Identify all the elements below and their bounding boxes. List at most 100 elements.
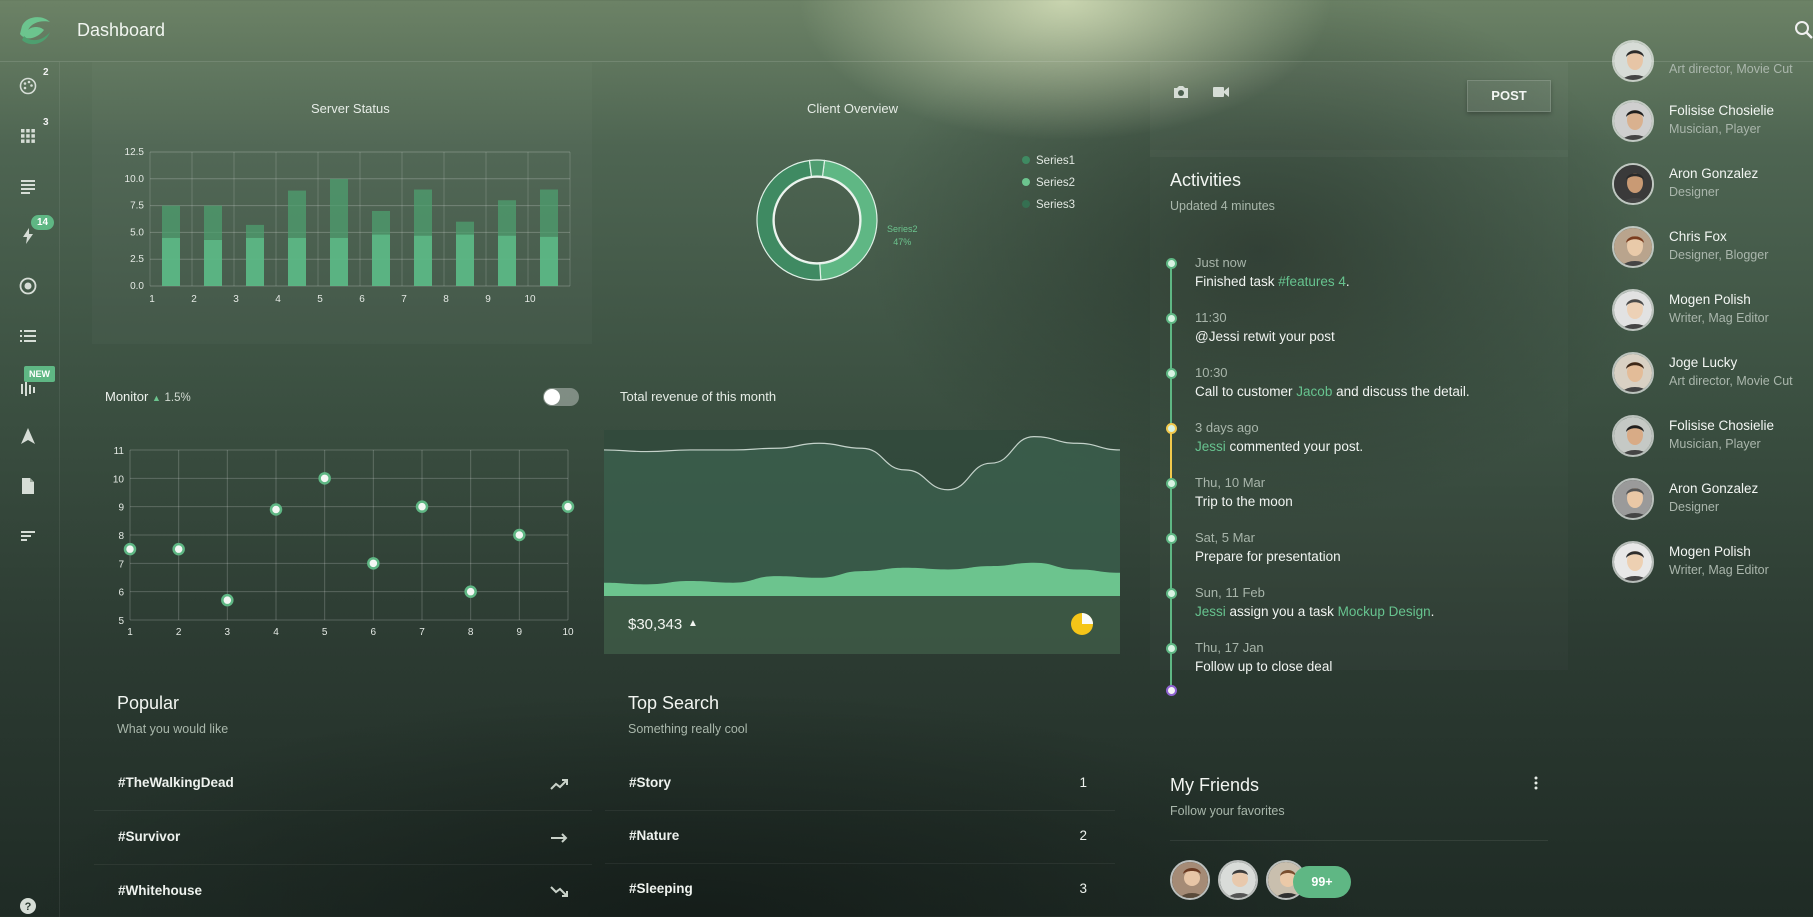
legend-label: Series1 [1036, 155, 1075, 167]
top-search-item[interactable]: #Story 1 [605, 759, 1115, 811]
activity-item: Thu, 17 Jan Follow up to close deal [1195, 640, 1332, 674]
help-icon[interactable]: ? [19, 897, 39, 917]
x-tick-label: 1 [127, 627, 133, 638]
popular-title: Popular [117, 693, 180, 713]
monitor-change: 1.5% [164, 392, 191, 404]
y-tick-label: 2.5 [130, 254, 144, 265]
person-role: Musician, Player [1669, 437, 1761, 451]
person-item[interactable]: Art director, Movie Cut [1612, 40, 1812, 90]
person-item[interactable]: Aron Gonzalez Designer [1612, 163, 1812, 213]
scatter-point [269, 503, 283, 516]
x-tick-label: 2 [176, 627, 182, 638]
apps-icon[interactable] [19, 127, 39, 147]
camera-icon[interactable] [1172, 84, 1190, 100]
activity-text: Prepare for presentation [1195, 549, 1341, 564]
popular-item[interactable]: #TheWalkingDead [94, 759, 592, 811]
popular-item[interactable]: #Whitehouse [94, 867, 592, 917]
friend-avatar[interactable] [1218, 860, 1258, 900]
palette-icon[interactable] [19, 77, 39, 97]
record-icon[interactable] [19, 277, 39, 297]
person-item[interactable]: Chris Fox Designer, Blogger [1612, 226, 1812, 276]
pie-chart-icon[interactable] [1070, 612, 1094, 636]
y-tick-label: 6 [118, 588, 124, 599]
activity-text-part: Call to customer [1195, 384, 1297, 399]
legend-item: Series2 [1022, 172, 1075, 194]
top-search-label: #Nature [629, 828, 680, 843]
bar [204, 239, 222, 286]
avatar [1612, 100, 1654, 142]
activity-time: Just now [1195, 255, 1247, 270]
activity-link[interactable]: #features 4 [1278, 274, 1346, 289]
more-vert-icon[interactable] [1531, 775, 1541, 791]
activity-link[interactable]: Jessi [1195, 604, 1226, 619]
person-name: Mogen Polish [1669, 544, 1751, 559]
more-friends-badge[interactable]: 99+ [1293, 866, 1351, 898]
x-tick-label: 4 [275, 294, 281, 305]
person-item[interactable]: Joge Lucky Art director, Movie Cut [1612, 352, 1812, 402]
sort-icon[interactable] [19, 527, 39, 547]
search-icon[interactable] [1794, 20, 1813, 40]
bar [162, 205, 180, 238]
person-role: Writer, Mag Editor [1669, 563, 1769, 577]
top-search-item[interactable]: #Nature 2 [605, 812, 1115, 864]
person-role: Art director, Movie Cut [1669, 62, 1793, 76]
monitor-scatter-chart: 5678910111 2 3 4 5 6 7 8 9 10 [113, 446, 575, 638]
person-item[interactable]: Aron Gonzalez Designer [1612, 478, 1812, 528]
friend-avatar[interactable] [1170, 860, 1210, 900]
avatar [1612, 40, 1654, 82]
video-icon[interactable] [1212, 85, 1230, 99]
activity-text-part: and discuss the detail. [1332, 384, 1470, 399]
timeline-end-dot [1166, 685, 1177, 696]
y-tick-label: 9 [118, 503, 124, 514]
y-tick-label: 12.5 [125, 147, 145, 158]
flash-icon[interactable] [19, 227, 39, 247]
activity-text-part: Follow up to close deal [1195, 659, 1333, 674]
donut-tooltip-value: 47% [893, 237, 912, 247]
x-tick-label: 9 [485, 294, 491, 305]
activity-link[interactable]: Mockup Design [1338, 604, 1431, 619]
top-search-item[interactable]: #Sleeping 3 [605, 865, 1115, 917]
top-search-label: #Sleeping [629, 881, 693, 896]
post-button[interactable]: POST [1467, 80, 1551, 112]
monitor-toggle[interactable] [543, 388, 579, 406]
donut-inner-ring [773, 176, 861, 264]
bar [372, 210, 390, 235]
popular-item-label: #Survivor [118, 829, 181, 844]
activity-item: Sat, 5 Mar Prepare for presentation [1195, 530, 1341, 564]
person-item[interactable]: Folisise Chosielie Musician, Player [1612, 415, 1812, 465]
activity-item: Just now Finished task #features 4. [1195, 255, 1350, 289]
activity-link[interactable]: Jessi [1195, 439, 1226, 454]
activity-text-part: . [1345, 274, 1350, 289]
popular-item[interactable]: #Survivor [94, 813, 592, 865]
list-icon[interactable] [19, 327, 39, 347]
app-logo-icon[interactable] [16, 12, 54, 48]
trending-flat-icon [550, 831, 568, 845]
revenue-amount: $30,343 [628, 616, 683, 633]
bar [204, 205, 222, 240]
y-tick-label: 0.0 [130, 281, 144, 292]
person-item[interactable]: Mogen Polish Writer, Mag Editor [1612, 289, 1812, 339]
file-icon[interactable] [19, 477, 39, 497]
divider [1170, 840, 1548, 841]
navigation-icon[interactable] [19, 427, 39, 447]
activity-item: Sun, 11 Feb Jessi assign you a task Mocku… [1195, 585, 1434, 619]
activity-time: 3 days ago [1195, 420, 1259, 435]
page-title: Dashboard [77, 20, 166, 40]
person-name: Folisise Chosielie [1669, 418, 1775, 433]
person-role: Designer [1669, 500, 1720, 514]
notes-icon[interactable] [19, 177, 39, 197]
monitor-header: Monitor ▲ 1.5% [105, 389, 191, 404]
activity-link[interactable]: Jacob [1296, 384, 1332, 399]
flash-badge: 14 [31, 215, 55, 230]
person-item[interactable]: Folisise Chosielie Musician, Player [1612, 100, 1812, 150]
x-tick-label: 6 [359, 294, 365, 305]
server-status-chart: 0.0 2.5 5.0 7.5 10.0 12.5 1 2 3 4 5 6 7 8 9 10 [125, 147, 571, 305]
x-tick-label: 3 [225, 627, 231, 638]
timeline-dot [1166, 423, 1177, 434]
activity-text-part: Prepare for presentation [1195, 549, 1341, 564]
waveform-icon[interactable] [19, 380, 39, 400]
person-item[interactable]: Mogen Polish Writer, Mag Editor [1612, 541, 1812, 591]
palette-badge: 2 [43, 67, 49, 78]
person-name: Joge Lucky [1669, 355, 1738, 370]
activity-text-part: commented your post. [1225, 439, 1364, 454]
